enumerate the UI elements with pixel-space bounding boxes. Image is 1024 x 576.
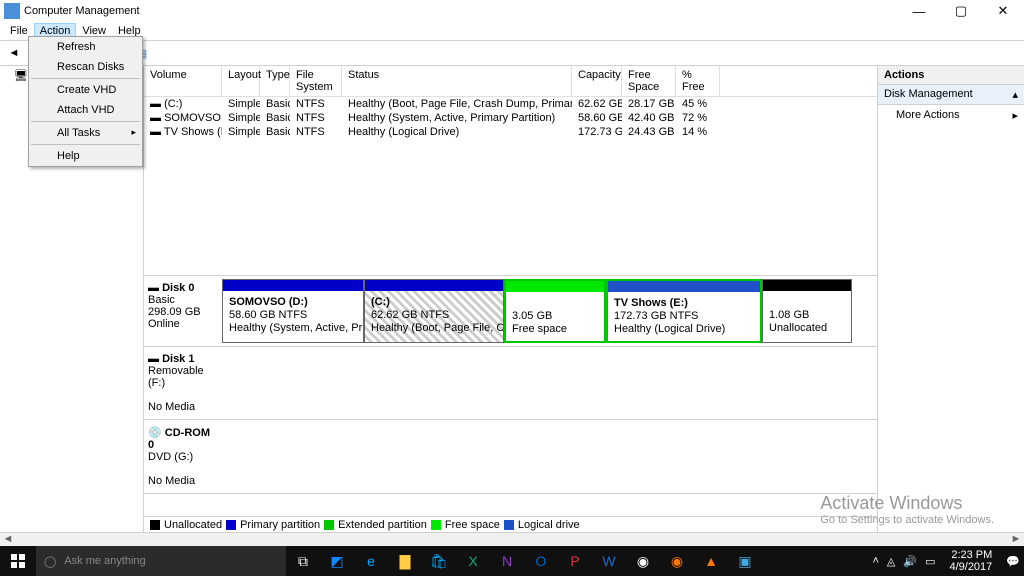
maximize-button[interactable]: ▢ (940, 0, 982, 22)
legend-extended-icon (324, 520, 334, 530)
taskbar-app[interactable]: ◩ (320, 546, 354, 576)
col-type[interactable]: Type (260, 66, 290, 96)
toolbar: ◄ ► ✕ ⟳ ▦ ▤ (0, 41, 1024, 66)
disk-map: ▬ Disk 0 Basic 298.09 GB Online SOMOVSO … (144, 276, 877, 516)
close-button[interactable]: ✕ (982, 0, 1024, 22)
search-box[interactable]: ◯ Ask me anything (36, 546, 286, 576)
taskbar: ◯ Ask me anything ⧉ ◩ e ▇ 🛍 X N O P W ◉ … (0, 546, 1024, 576)
task-view-icon[interactable]: ⧉ (286, 546, 320, 576)
menu-item-attach-vhd[interactable]: Attach VHD (29, 100, 142, 120)
partition-e[interactable]: TV Shows (E:)172.73 GB NTFSHealthy (Logi… (606, 279, 762, 343)
firefox-icon[interactable]: ◉ (660, 546, 694, 576)
partition-d[interactable]: SOMOVSO (D:)58.60 GB NTFSHealthy (System… (222, 279, 364, 343)
onenote-icon[interactable]: N (490, 546, 524, 576)
explorer-icon[interactable]: ▇ (388, 546, 422, 576)
tray-notifications-icon[interactable]: 💬 (1006, 555, 1020, 568)
legend-unalloc-icon (150, 520, 160, 530)
partition-c[interactable]: (C:)62.62 GB NTFSHealthy (Boot, Page Fil… (364, 279, 504, 343)
excel-icon[interactable]: X (456, 546, 490, 576)
vlc-icon[interactable]: ▲ (694, 546, 728, 576)
collapse-icon: ▴ (1012, 88, 1018, 101)
volume-list: Volume Layout Type File System Status Ca… (144, 66, 877, 276)
powerpoint-icon[interactable]: P (558, 546, 592, 576)
col-volume[interactable]: Volume (144, 66, 222, 96)
app-icon (4, 3, 20, 19)
col-pct[interactable]: % Free (676, 66, 720, 96)
start-button[interactable] (0, 546, 36, 576)
actions-more[interactable]: More Actions▸ (878, 105, 1024, 126)
legend-primary-icon (226, 520, 236, 530)
menu-item-refresh[interactable]: Refresh (29, 37, 142, 57)
taskbar-mmc-icon[interactable]: ▣ (728, 546, 762, 576)
actions-pane: Actions Disk Management▴ More Actions▸ (878, 66, 1024, 532)
cdrom-0-info[interactable]: 💿 CD-ROM 0DVD (G:)No Media (144, 420, 222, 493)
tray-network-icon[interactable]: ◬ (887, 555, 895, 568)
word-icon[interactable]: W (592, 546, 626, 576)
legend-free-icon (431, 520, 441, 530)
menu-item-create-vhd[interactable]: Create VHD (29, 80, 142, 100)
volume-row[interactable]: ▬ SOMOVSO (D:) SimpleBasic NTFSHealthy (… (144, 111, 877, 125)
window-title: Computer Management (24, 5, 140, 17)
col-fs[interactable]: File System (290, 66, 342, 96)
col-free[interactable]: Free Space (622, 66, 676, 96)
volume-row[interactable]: ▬ TV Shows (E:) SimpleBasic NTFSHealthy … (144, 125, 877, 139)
tray-clock[interactable]: 2:23 PM4/9/2017 (943, 549, 998, 573)
chrome-icon[interactable]: ◉ (626, 546, 660, 576)
action-dropdown: Refresh Rescan Disks Create VHD Attach V… (28, 36, 143, 167)
col-status[interactable]: Status (342, 66, 572, 96)
legend: Unallocated Primary partition Extended p… (144, 516, 877, 532)
menu-item-all-tasks[interactable]: All Tasks (29, 123, 142, 143)
disk-1-info[interactable]: ▬ Disk 1Removable (F:)No Media (144, 347, 222, 419)
tray-volume-icon[interactable]: 🔊 (903, 555, 917, 568)
partition-freespace[interactable]: 3.05 GBFree space (504, 279, 606, 343)
menu-item-help[interactable]: Help (29, 146, 142, 166)
title-bar: Computer Management (0, 0, 1024, 22)
col-capacity[interactable]: Capacity (572, 66, 622, 96)
toolbar-back[interactable]: ◄ (4, 43, 24, 63)
menu-item-rescan[interactable]: Rescan Disks (29, 57, 142, 77)
chevron-right-icon: ▸ (1012, 109, 1018, 122)
outlook-icon[interactable]: O (524, 546, 558, 576)
partition-unallocated[interactable]: 1.08 GBUnallocated (762, 279, 852, 343)
legend-logical-icon (504, 520, 514, 530)
actions-header: Actions (878, 66, 1024, 85)
store-icon[interactable]: 🛍 (422, 546, 456, 576)
tray-expand-icon[interactable]: ˄ (872, 555, 878, 567)
minimize-button[interactable]: — (898, 0, 940, 22)
disk-0-info[interactable]: ▬ Disk 0 Basic 298.09 GB Online (144, 276, 222, 346)
actions-section[interactable]: Disk Management▴ (878, 85, 1024, 105)
edge-icon[interactable]: e (354, 546, 388, 576)
menu-bar: File Action View Help (0, 22, 1024, 41)
tray-battery-icon[interactable]: ▭ (925, 555, 935, 568)
volume-row[interactable]: ▬ (C:) SimpleBasic NTFSHealthy (Boot, Pa… (144, 97, 877, 111)
cortana-icon: ◯ (44, 555, 56, 568)
col-layout[interactable]: Layout (222, 66, 260, 96)
